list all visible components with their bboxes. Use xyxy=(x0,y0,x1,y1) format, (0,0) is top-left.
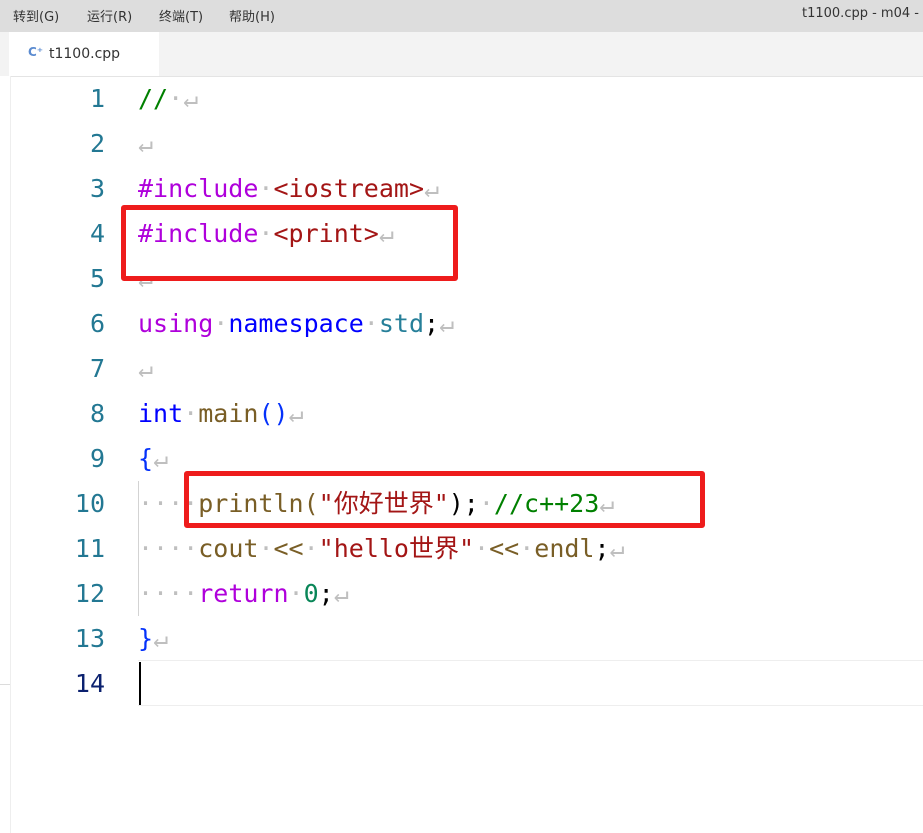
code-token: () xyxy=(258,399,289,428)
line-code: using·namespace·std;↵ xyxy=(138,301,454,346)
code-token: · xyxy=(303,534,319,563)
code-token: ↵ xyxy=(183,84,199,113)
editor-tab-bar: C⁺ t1100.cpp xyxy=(0,32,923,77)
code-line-2[interactable]: 2 ↵ xyxy=(10,121,923,166)
tab-t1100-cpp[interactable]: C⁺ t1100.cpp xyxy=(9,32,159,76)
code-line-7[interactable]: 7 ↵ xyxy=(10,346,923,391)
line-number: 11 xyxy=(74,534,105,563)
code-token: using xyxy=(138,309,214,338)
code-token: ↵ xyxy=(153,444,169,473)
code-token: std xyxy=(378,309,425,338)
code-token: } xyxy=(138,624,154,653)
code-line-6[interactable]: 6 using·namespace·std;↵ xyxy=(10,301,923,346)
code-line-12[interactable]: 12 ····return·0;↵ xyxy=(10,571,923,616)
code-token: ; xyxy=(424,309,440,338)
code-token: return xyxy=(198,579,289,608)
code-token: main xyxy=(198,399,259,428)
menu-run[interactable]: 运行(R) xyxy=(87,6,132,25)
code-token: 0 xyxy=(303,579,319,608)
code-token: · xyxy=(168,84,184,113)
code-token: ↵ xyxy=(609,534,625,563)
code-token: · xyxy=(213,309,229,338)
code-token: // xyxy=(138,84,169,113)
line-number: 7 xyxy=(89,354,105,383)
code-line-11[interactable]: 11 ····cout·<<·"hello世界"·<<·endl;↵ xyxy=(10,526,923,571)
code-token: · xyxy=(258,174,274,203)
code-line-1[interactable]: 1 //·↵ xyxy=(10,76,923,121)
code-token: ; xyxy=(594,534,610,563)
code-token: · xyxy=(183,399,199,428)
code-token: endl xyxy=(534,534,595,563)
line-number: 5 xyxy=(89,264,105,293)
line-code: //·↵ xyxy=(138,76,198,121)
panel-divider xyxy=(0,684,10,685)
line-code: {↵ xyxy=(138,436,168,481)
window-title: t1100.cpp - m04 - xyxy=(802,6,919,21)
line-number: 2 xyxy=(89,129,105,158)
code-token: { xyxy=(138,444,154,473)
menu-goto[interactable]: 转到(G) xyxy=(13,6,59,25)
annotation-box-println xyxy=(184,471,705,528)
code-token: · xyxy=(363,309,379,338)
code-token: ↵ xyxy=(153,624,169,653)
code-token: <iostream> xyxy=(273,174,424,203)
line-number: 13 xyxy=(74,624,105,653)
line-number: 1 xyxy=(89,84,105,113)
code-token: ↵ xyxy=(333,579,349,608)
line-code: }↵ xyxy=(138,616,168,661)
code-token: int xyxy=(138,399,184,428)
code-line-13[interactable]: 13}↵ xyxy=(10,616,923,661)
code-token: << xyxy=(273,534,304,563)
line-number: 14 xyxy=(74,669,105,698)
menu-terminal[interactable]: 终端(T) xyxy=(159,6,203,25)
line-number: 10 xyxy=(74,489,105,518)
line-number: 8 xyxy=(89,399,105,428)
code-token: #include xyxy=(138,174,259,203)
line-code: ····cout·<<·"hello世界"·<<·endl;↵ xyxy=(138,526,625,571)
code-token: · xyxy=(519,534,535,563)
code-token: cout xyxy=(198,534,259,563)
line-code: ····return·0;↵ xyxy=(138,571,349,616)
text-cursor xyxy=(139,662,141,705)
code-token: namespace xyxy=(228,309,364,338)
code-token: ↵ xyxy=(138,129,154,158)
code-token: ↵ xyxy=(439,309,455,338)
menu-bar: 转到(G) 运行(R) 终端(T) 帮助(H) t1100.cpp - m04 … xyxy=(0,0,923,32)
annotation-box-include-print xyxy=(121,205,458,281)
tab-label: t1100.cpp xyxy=(49,46,121,62)
code-token: · xyxy=(288,579,304,608)
code-token: "hello世界" xyxy=(318,534,475,563)
line-code: ↵ xyxy=(138,121,153,166)
code-token: ···· xyxy=(138,579,199,608)
line-number: 3 xyxy=(89,174,105,203)
line-number: 4 xyxy=(89,219,105,248)
line-number: 12 xyxy=(74,579,105,608)
code-line-14[interactable]: 14 xyxy=(10,661,923,706)
line-number: 9 xyxy=(89,444,105,473)
cpp-file-icon: C⁺ xyxy=(28,45,44,59)
code-token: ↵ xyxy=(288,399,304,428)
menu-help[interactable]: 帮助(H) xyxy=(229,6,275,25)
line-code: ↵ xyxy=(138,346,153,391)
code-token: · xyxy=(258,534,274,563)
code-line-8[interactable]: 8 int·main()↵ xyxy=(10,391,923,436)
code-token: ; xyxy=(318,579,334,608)
code-token: ···· xyxy=(138,534,199,563)
code-token: · xyxy=(474,534,490,563)
code-token: ↵ xyxy=(138,354,154,383)
line-number: 6 xyxy=(89,309,105,338)
line-code: int·main()↵ xyxy=(138,391,304,436)
code-token: ↵ xyxy=(424,174,440,203)
code-editor[interactable]: 1//·↵ 2 ↵ 3 #include·<iostream>↵ 4 #include·<p… xyxy=(10,76,923,833)
code-token: << xyxy=(489,534,520,563)
